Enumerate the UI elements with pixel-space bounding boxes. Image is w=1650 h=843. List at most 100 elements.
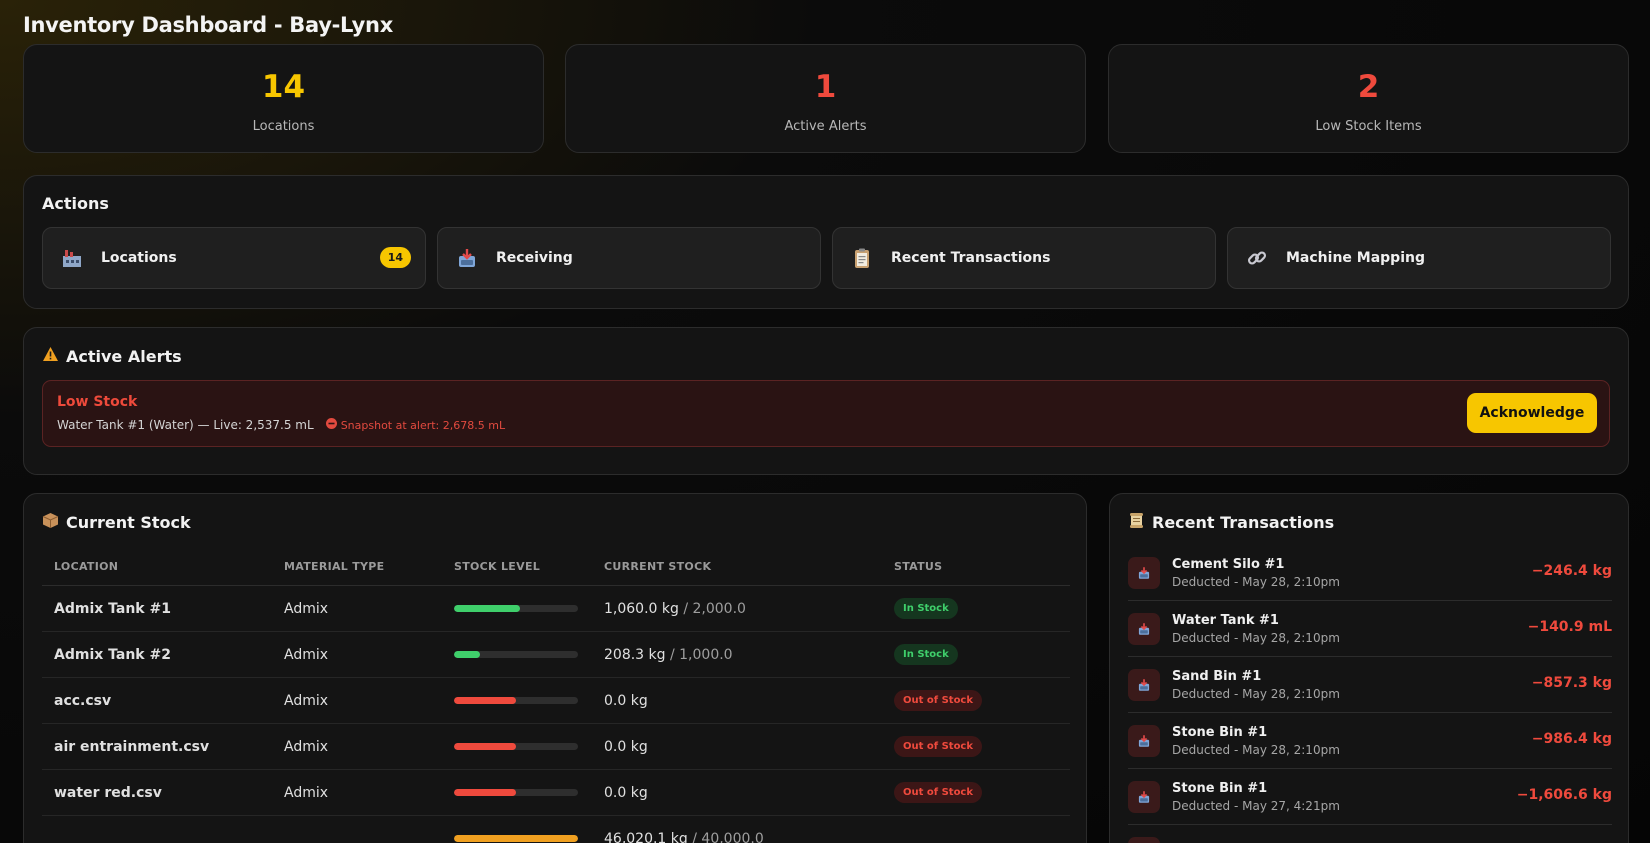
list-item[interactable]: Stone Bin #1 Deducted - May 28, 2:10pm −98… [1128, 713, 1612, 769]
transaction-amount: −857.3 kg [1531, 675, 1612, 691]
stock-level-bar [454, 651, 578, 658]
inbox-tray-icon [1128, 780, 1160, 813]
status-badge: In Stock [894, 598, 958, 619]
table-row[interactable]: Admix Tank #2 Admix 208.3 kg / 1,000.0 In S… [42, 631, 1070, 678]
stat-value: 14 [261, 68, 306, 105]
current-amount: 0.0 kg [604, 784, 648, 801]
stock-level-bar [454, 697, 578, 704]
factory-icon [61, 247, 83, 269]
stock-title: Current Stock [66, 513, 191, 532]
cell-stock-level [442, 815, 592, 843]
status-badge: Out of Stock [894, 736, 983, 757]
stock-level-fill [454, 743, 516, 750]
stock-level-fill [454, 789, 516, 796]
action-recent-transactions-button[interactable]: Recent Transactions [832, 227, 1216, 289]
cell-current-stock: 0.0 kg [592, 769, 882, 816]
stat-card-locations: 14 Locations [23, 44, 544, 153]
cell-status: Out of Stock [882, 769, 1070, 816]
actions-panel: Actions Locations 14 Receiving Recent Tr… [23, 175, 1629, 309]
transaction-meta: Deducted - May 28, 2:10pm [1172, 742, 1340, 757]
transaction-text: Water Tank #1 Deducted - May 28, 2:10pm [1172, 613, 1340, 645]
action-label: Machine Mapping [1286, 250, 1425, 266]
transaction-text: Sand Bin #1 Deducted - May 28, 2:10pm [1172, 669, 1340, 701]
action-label: Recent Transactions [891, 250, 1051, 266]
transaction-location: Stone Bin #1 [1172, 724, 1268, 740]
cell-location: water red.csv [42, 769, 272, 816]
transaction-amount: −1,606.6 kg [1516, 787, 1612, 803]
stat-label: Active Alerts [784, 118, 867, 134]
cell-material [272, 815, 442, 843]
table-row[interactable]: 46,020.1 kg / 40,000.0 [42, 815, 1070, 843]
recent-transactions-heading: Recent Transactions [1128, 512, 1334, 533]
column-header: MATERIAL TYPE [272, 548, 442, 586]
warning-icon [42, 346, 59, 366]
stat-card-low-stock: 2 Low Stock Items [1108, 44, 1629, 153]
action-machine-mapping-button[interactable]: Machine Mapping [1227, 227, 1611, 289]
transaction-meta: Deducted - May 27, 4:21pm [1172, 798, 1340, 813]
current-stock-panel: Current Stock LOCATION MATERIAL TYPE STO… [23, 493, 1087, 843]
current-amount: 46,020.1 kg [604, 830, 688, 843]
locations-count-badge: 14 [379, 247, 411, 268]
page-title: Inventory Dashboard - Bay-Lynx [23, 13, 393, 37]
current-amount: 0.0 kg [604, 692, 648, 709]
transaction-location: Cement Silo #1 [1172, 556, 1285, 572]
transaction-location: Stone Bin #1 [1172, 780, 1268, 796]
cell-material: Admix [272, 769, 442, 816]
table-row[interactable]: water red.csv Admix 0.0 kg Out of Stock [42, 769, 1070, 816]
alert-item: Low Stock Water Tank #1 (Water) — Live: … [42, 380, 1610, 447]
transaction-amount: −140.9 mL [1527, 619, 1612, 635]
transaction-location: Sand Bin #1 [1172, 668, 1262, 684]
list-item[interactable]: Sand Bin #1 Deducted - May 28, 2:10pm −857… [1128, 657, 1612, 713]
transaction-text: Stone Bin #1 Deducted - May 27, 4:21pm [1172, 781, 1340, 813]
list-item[interactable]: Water Tank #1 [1128, 825, 1612, 843]
stock-level-bar [454, 605, 578, 612]
status-badge: In Stock [894, 644, 958, 665]
column-header: STOCK LEVEL [442, 548, 592, 586]
list-item[interactable]: Water Tank #1 Deducted - May 28, 2:10pm −1… [1128, 601, 1612, 657]
stat-value: 2 [1357, 68, 1380, 105]
current-stock-heading: Current Stock [42, 512, 191, 533]
transactions-list: Cement Silo #1 Deducted - May 28, 2:10pm −… [1128, 545, 1612, 843]
alert-description-row: Water Tank #1 (Water) — Live: 2,537.5 mL… [57, 418, 505, 432]
capacity: / 2,000.0 [683, 600, 746, 617]
cell-current-stock: 46,020.1 kg / 40,000.0 [592, 815, 882, 843]
cell-location: air entrainment.csv [42, 723, 272, 770]
list-item[interactable]: Cement Silo #1 Deducted - May 28, 2:10pm −… [1128, 545, 1612, 601]
stock-level-fill [454, 651, 481, 658]
stock-level-fill [454, 835, 578, 842]
cell-status: In Stock [882, 631, 1070, 678]
stock-table: LOCATION MATERIAL TYPE STOCK LEVEL CURRE… [42, 548, 1070, 843]
cell-status: Out of Stock [882, 723, 1070, 770]
current-amount: 0.0 kg [604, 738, 648, 755]
alert-type: Low Stock [57, 394, 138, 410]
transaction-location: Water Tank #1 [1172, 612, 1279, 628]
transaction-text: Cement Silo #1 Deducted - May 28, 2:10pm [1172, 557, 1340, 589]
table-row[interactable]: Admix Tank #1 Admix 1,060.0 kg / 2,000.0 In… [42, 585, 1070, 632]
action-receiving-button[interactable]: Receiving [437, 227, 821, 289]
column-header: CURRENT STOCK [592, 548, 882, 586]
cell-current-stock: 1,060.0 kg / 2,000.0 [592, 585, 882, 632]
cell-location: Admix Tank #1 [42, 585, 272, 632]
acknowledge-button[interactable]: Acknowledge [1467, 393, 1597, 433]
error-circle-icon [325, 418, 337, 432]
list-item[interactable]: Stone Bin #1 Deducted - May 27, 4:21pm −1,… [1128, 769, 1612, 825]
cell-stock-level [442, 585, 592, 632]
current-amount: 208.3 kg [604, 646, 666, 663]
alert-snapshot-text: Snapshot at alert: 2,678.5 mL [340, 418, 506, 432]
cell-location: Admix Tank #2 [42, 631, 272, 678]
alerts-title: Active Alerts [66, 346, 182, 366]
transactions-title: Recent Transactions [1152, 513, 1335, 532]
action-locations-button[interactable]: Locations 14 [42, 227, 426, 289]
action-label: Receiving [496, 250, 573, 266]
actions-title: Actions [42, 194, 109, 213]
cell-stock-level [442, 677, 592, 724]
link-icon [1246, 247, 1268, 269]
cell-stock-level [442, 631, 592, 678]
recent-transactions-panel: Recent Transactions Cement Silo #1 Deduct… [1109, 493, 1629, 843]
stock-level-fill [454, 697, 516, 704]
cell-material: Admix [272, 631, 442, 678]
table-row[interactable]: acc.csv Admix 0.0 kg Out of Stock [42, 677, 1070, 724]
inbox-tray-icon [1128, 836, 1160, 843]
table-row[interactable]: air entrainment.csv Admix 0.0 kg Out of St… [42, 723, 1070, 770]
inbox-tray-icon [1128, 724, 1160, 757]
